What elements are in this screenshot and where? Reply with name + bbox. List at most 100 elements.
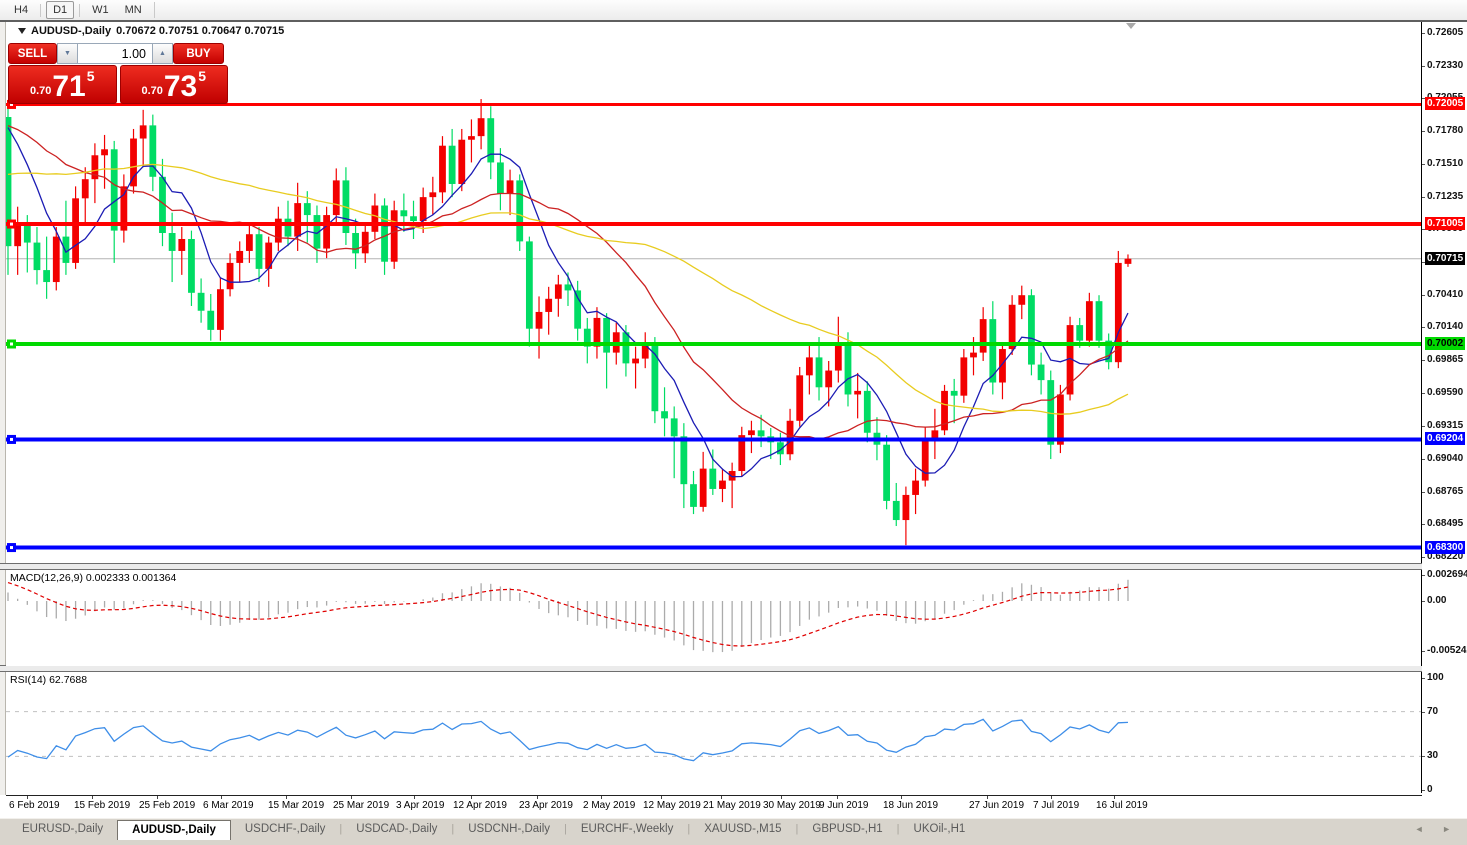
timeframe-h4-button[interactable]: H4	[7, 1, 35, 19]
date-axis-label: 23 Apr 2019	[519, 800, 573, 811]
chart-tab-usdcad[interactable]: USDCAD-,Daily	[342, 820, 451, 839]
price-axis-tick-mark	[1422, 33, 1425, 34]
macd-axis-label: -0.005242	[1427, 645, 1467, 656]
price-axis-tick-mark	[1422, 66, 1425, 67]
date-axis-tick-mark	[781, 796, 782, 799]
timeframe-w1-button[interactable]: W1	[85, 1, 116, 19]
sell-price-prefix: 0.70	[30, 85, 51, 97]
date-axis-label: 3 Apr 2019	[396, 800, 444, 811]
date-axis-tick-mark	[1051, 796, 1052, 799]
level-price-label: 0.70002	[1425, 337, 1465, 350]
price-axis-tick-mark	[1422, 524, 1425, 525]
date-axis-label: 15 Mar 2019	[268, 800, 324, 811]
volume-increase-button[interactable]: ▲	[152, 43, 173, 64]
symbol-collapse-arrow-icon[interactable]	[18, 28, 26, 34]
buy-price-display[interactable]: 0.70 73 5	[120, 65, 229, 104]
pane-splitter[interactable]	[0, 665, 1467, 672]
chart-tab-audusd[interactable]: AUDUSD-,Daily	[117, 820, 231, 840]
date-axis-label: 9 Jun 2019	[819, 800, 869, 811]
timeframe-toolbar: H4 D1 W1 MN	[0, 0, 1467, 20]
chart-ohlc-values: 0.70672 0.70751 0.70647 0.70715	[116, 25, 284, 37]
trading-terminal: H4 D1 W1 MN AUDUSD-,Daily 0.70672 0.7075…	[0, 0, 1467, 845]
date-axis-tick-mark	[414, 796, 415, 799]
price-axis-tick-label: 0.71235	[1427, 191, 1463, 202]
rsi-chart-canvas[interactable]	[6, 672, 1421, 793]
date-axis-tick-mark	[157, 796, 158, 799]
date-axis-label: 6 Feb 2019	[9, 800, 60, 811]
date-axis-tick-mark	[286, 796, 287, 799]
chart-tab-usdcnh[interactable]: USDCNH-,Daily	[454, 820, 564, 839]
toolbar-separator	[40, 4, 41, 17]
macd-indicator-pane[interactable]: MACD(12,26,9) 0.002333 0.001364	[6, 570, 1422, 666]
date-axis-label: 12 Apr 2019	[453, 800, 507, 811]
price-axis-tick-label: 0.70140	[1427, 321, 1463, 332]
date-axis-label: 16 Jul 2019	[1096, 800, 1148, 811]
sell-button[interactable]: SELL	[8, 43, 57, 64]
date-axis-label: 12 May 2019	[643, 800, 701, 811]
chart-tab-usdchf[interactable]: USDCHF-,Daily	[231, 820, 340, 839]
price-axis-tick-label: 0.71780	[1427, 125, 1463, 136]
rsi-indicator-pane[interactable]: RSI(14) 62.7688	[6, 672, 1422, 793]
level-price-label: 0.72005	[1425, 97, 1465, 110]
level-price-label: 0.68300	[1425, 541, 1465, 554]
macd-chart-canvas[interactable]	[6, 570, 1421, 666]
chart-tab-eurchf[interactable]: EURCHF-,Weekly	[567, 820, 687, 839]
date-axis-label: 30 May 2019	[763, 800, 821, 811]
chart-tab-bar: EURUSD-,DailyAUDUSD-,DailyUSDCHF-,Daily|…	[0, 818, 1467, 845]
macd-axis-tick-mark	[1422, 651, 1425, 652]
macd-axis-label: 0.002694	[1427, 569, 1467, 580]
timeframe-d1-button[interactable]: D1	[46, 1, 74, 19]
chart-tab-eurusd[interactable]: EURUSD-,Daily	[8, 820, 117, 839]
chart-tab-ukoil[interactable]: UKOil-,H1	[900, 820, 980, 839]
sell-price-display[interactable]: 0.70 71 5	[8, 65, 117, 104]
date-axis-tick-mark	[471, 796, 472, 799]
rsi-line	[8, 719, 1128, 760]
price-axis-tick-label: 0.69040	[1427, 453, 1463, 464]
macd-axis-label: 0.00	[1427, 595, 1446, 606]
price-axis-tick-mark	[1422, 557, 1425, 558]
level-price-label: 0.69204	[1425, 432, 1465, 445]
price-axis-tick-mark	[1422, 295, 1425, 296]
price-axis-tick-mark	[1422, 131, 1425, 132]
rsi-axis-tick-mark	[1422, 790, 1425, 791]
buy-price-big: 73	[164, 74, 197, 100]
date-axis-tick-mark	[901, 796, 902, 799]
volume-decrease-button[interactable]: ▼	[57, 43, 78, 64]
price-axis-tick-label: 0.72605	[1427, 27, 1463, 38]
date-axis[interactable]: 6 Feb 201915 Feb 201925 Feb 20196 Mar 20…	[6, 795, 1422, 818]
buy-button[interactable]: BUY	[173, 43, 224, 64]
chart-scroll-end-marker-icon[interactable]	[1126, 23, 1136, 29]
macd-axis-tick-mark	[1422, 601, 1425, 602]
toolbar-separator	[79, 4, 80, 17]
price-axis-tick-mark	[1422, 164, 1425, 165]
rsi-axis-tick-mark	[1422, 712, 1425, 713]
price-axis-tick-mark	[1422, 197, 1425, 198]
date-axis-label: 2 May 2019	[583, 800, 635, 811]
price-axis[interactable]: 0.726050.723300.720550.717800.715100.712…	[1422, 22, 1467, 818]
date-axis-label: 27 Jun 2019	[969, 800, 1024, 811]
sell-price-big: 71	[52, 74, 85, 100]
volume-input[interactable]	[78, 43, 152, 64]
price-axis-tick-mark	[1422, 492, 1425, 493]
date-axis-tick-mark	[221, 796, 222, 799]
date-axis-tick-mark	[27, 796, 28, 799]
date-axis-tick-mark	[351, 796, 352, 799]
timeframe-mn-button[interactable]: MN	[118, 1, 149, 19]
one-click-trade-widget: SELL ▼ ▲ BUY 0.70 71 5 0.70 73 5	[8, 43, 228, 104]
pane-splitter[interactable]	[0, 563, 1467, 570]
date-axis-label: 25 Feb 2019	[139, 800, 195, 811]
rsi-axis-label: 0	[1427, 784, 1433, 795]
date-axis-tick-mark	[837, 796, 838, 799]
chart-tab-gbpusd[interactable]: GBPUSD-,H1	[798, 820, 896, 839]
rsi-axis-label: 30	[1427, 750, 1438, 761]
price-axis-tick-label: 0.70410	[1427, 289, 1463, 300]
date-axis-tick-mark	[987, 796, 988, 799]
level-price-label: 0.71005	[1425, 217, 1465, 230]
tab-scroll-arrows[interactable]: ◄ ►	[1415, 824, 1459, 834]
date-axis-label: 7 Jul 2019	[1033, 800, 1079, 811]
rsi-axis-label: 100	[1427, 672, 1444, 683]
price-axis-tick-mark	[1422, 327, 1425, 328]
date-axis-tick-mark	[721, 796, 722, 799]
date-axis-label: 15 Feb 2019	[74, 800, 130, 811]
chart-tab-xauusd[interactable]: XAUUSD-,M15	[690, 820, 795, 839]
